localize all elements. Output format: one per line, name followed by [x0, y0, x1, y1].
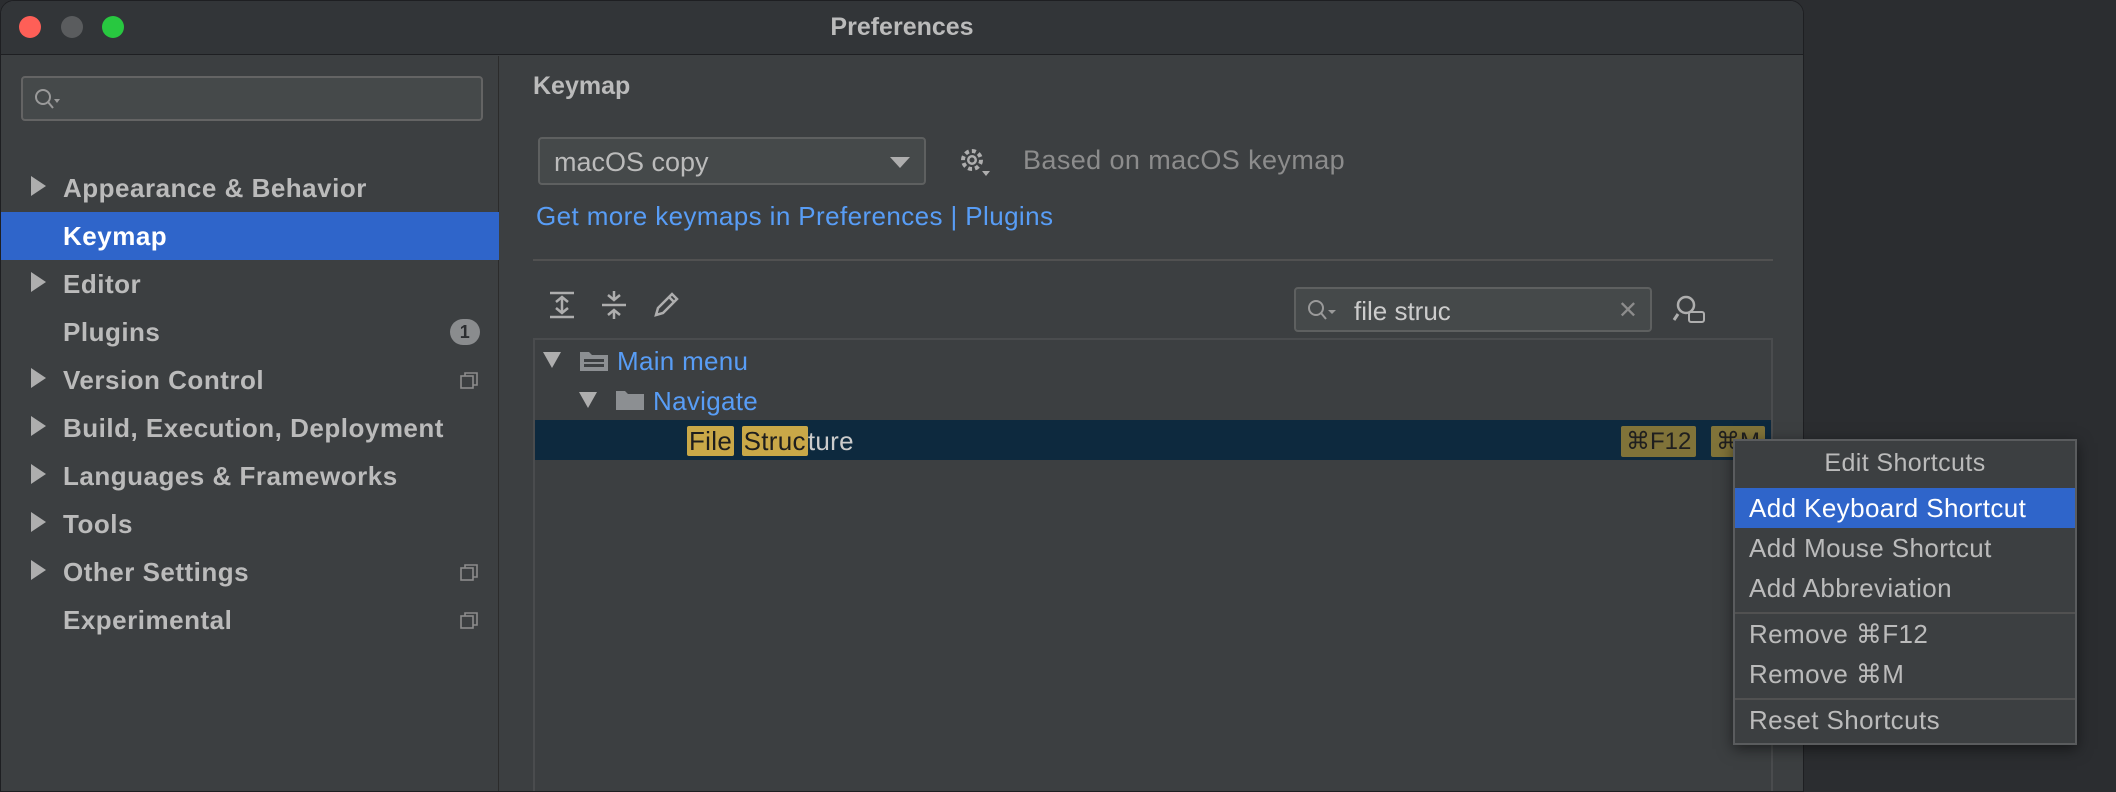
sidebar-item-build-execution-deployment[interactable]: Build, Execution, Deployment: [1, 404, 499, 452]
get-more-keymaps-link[interactable]: Get more keymaps in Preferences | Plugin…: [536, 201, 1053, 232]
menu-item-remove-cmd-f12[interactable]: Remove ⌘F12: [1735, 614, 2075, 654]
project-settings-icon: [460, 564, 478, 581]
expand-arrow-icon: [31, 464, 46, 484]
search-icon: [1308, 300, 1336, 320]
menu-item-add-abbreviation[interactable]: Add Abbreviation: [1735, 568, 2075, 608]
project-settings-icon: [460, 372, 478, 389]
edit-pencil-icon[interactable]: [650, 289, 682, 321]
keymap-select[interactable]: macOS copy: [538, 137, 926, 185]
expand-arrow-icon: [31, 272, 46, 292]
filter-value: file struc: [1354, 296, 1451, 326]
chevron-down-icon: [890, 157, 910, 168]
sidebar-item-version-control[interactable]: Version Control: [1, 356, 499, 404]
menu-item-add-mouse-shortcut[interactable]: Add Mouse Shortcut: [1735, 528, 2075, 568]
sidebar-item-label: Other Settings: [63, 557, 250, 587]
search-highlight: Struc: [741, 426, 808, 456]
tree-node-label: Main menu: [617, 346, 749, 376]
expand-arrow-icon: [31, 512, 46, 532]
sidebar-item-label: Experimental: [63, 605, 233, 635]
keymap-select-value: macOS copy: [554, 147, 709, 177]
keymap-tree: Main menu Navigate File Structure ⌘F12 ⌘…: [533, 338, 1773, 791]
sidebar-item-keymap[interactable]: Keymap: [1, 212, 499, 260]
sidebar-item-experimental[interactable]: Experimental: [1, 596, 499, 644]
shortcut-chip: ⌘F12: [1621, 426, 1697, 457]
sidebar-item-editor[interactable]: Editor: [1, 260, 499, 308]
divider: [533, 259, 1773, 261]
sidebar-item-label: Build, Execution, Deployment: [63, 413, 444, 443]
popup-title: Edit Shortcuts: [1824, 449, 1986, 477]
gear-icon[interactable]: [956, 145, 992, 179]
sidebar-item-languages-frameworks[interactable]: Languages & Frameworks: [1, 452, 499, 500]
expand-triangle-icon[interactable]: [543, 352, 561, 368]
tree-node-file-structure[interactable]: File Structure ⌘F12 ⌘M: [535, 420, 1771, 460]
search-icon: [35, 89, 60, 109]
keymap-panel: Keymap macOS copy Based on macOS keymap …: [500, 56, 1803, 791]
find-by-shortcut-icon[interactable]: [1672, 292, 1706, 326]
tree-node-label: Navigate: [653, 386, 759, 416]
menu-folder-icon: [580, 352, 608, 371]
settings-search-input[interactable]: [21, 76, 483, 121]
expand-arrow-icon: [31, 368, 46, 388]
sidebar-item-label: Tools: [63, 509, 133, 539]
project-settings-icon: [460, 612, 478, 629]
expand-triangle-icon[interactable]: [579, 392, 597, 408]
window-title: Preferences: [830, 13, 974, 41]
preferences-window: Preferences Appearance & Behavior Keymap…: [0, 0, 1804, 792]
keymap-filter-input[interactable]: file struc ✕: [1294, 287, 1652, 332]
settings-sidebar: Appearance & Behavior Keymap Editor Plug…: [1, 56, 499, 791]
sidebar-item-label: Plugins: [63, 317, 161, 347]
sidebar-item-plugins[interactable]: Plugins 1: [1, 308, 499, 356]
sidebar-item-label: Version Control: [63, 365, 265, 395]
expand-arrow-icon: [31, 176, 46, 196]
sidebar-item-label: Appearance & Behavior: [63, 173, 367, 203]
search-highlight: File: [687, 426, 735, 456]
sidebar-item-other-settings[interactable]: Other Settings: [1, 548, 499, 596]
based-on-text: Based on macOS keymap: [1023, 145, 1346, 175]
tree-node-navigate[interactable]: Navigate: [535, 380, 1771, 420]
menu-item-remove-cmd-m[interactable]: Remove ⌘M: [1735, 654, 2075, 694]
expand-all-icon[interactable]: [546, 289, 578, 321]
expand-arrow-icon: [31, 560, 46, 580]
action-label: File Structure: [687, 426, 854, 457]
sidebar-item-label: Editor: [63, 269, 142, 299]
edit-shortcuts-popup: Edit Shortcuts Add Keyboard Shortcut Add…: [1733, 439, 2077, 745]
collapse-all-icon[interactable]: [598, 289, 630, 321]
folder-icon: [616, 391, 644, 410]
expand-arrow-icon: [31, 416, 46, 436]
sidebar-item-label: Keymap: [63, 221, 168, 251]
clear-icon[interactable]: ✕: [1618, 296, 1638, 325]
update-count-badge: 1: [450, 319, 480, 345]
action-label-rest: ture: [807, 426, 854, 456]
tree-node-main-menu[interactable]: Main menu: [535, 340, 1771, 380]
menu-item-add-keyboard-shortcut[interactable]: Add Keyboard Shortcut: [1735, 488, 2075, 528]
sidebar-item-label: Languages & Frameworks: [63, 461, 398, 491]
menu-item-reset-shortcuts[interactable]: Reset Shortcuts: [1735, 700, 2075, 740]
page-title: Keymap: [533, 72, 631, 100]
title-bar: Preferences: [1, 1, 1803, 55]
sidebar-item-appearance-behavior[interactable]: Appearance & Behavior: [1, 164, 499, 212]
sidebar-item-tools[interactable]: Tools: [1, 500, 499, 548]
